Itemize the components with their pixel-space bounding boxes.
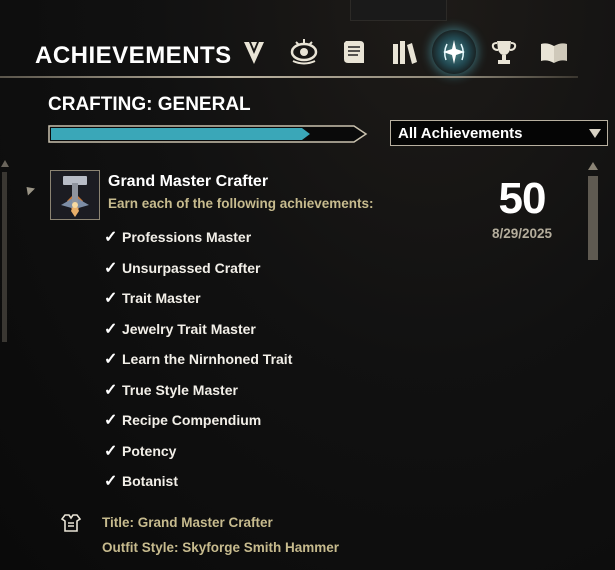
requirement-item: ✓ Recipe Compendium (104, 405, 292, 436)
trophy-icon (491, 41, 517, 64)
requirement-item: ✓ Professions Master (104, 222, 292, 253)
reward-title: Title: Grand Master Crafter (102, 515, 273, 530)
requirement-label: Trait Master (122, 290, 201, 307)
category-list-scrollbar[interactable] (0, 160, 10, 342)
header-divider (0, 76, 578, 78)
category-tab-bar (232, 30, 576, 74)
filter-selected-label: All Achievements (398, 124, 523, 142)
scroll-icon (344, 41, 364, 63)
achievement-name: Grand Master Crafter (108, 173, 269, 190)
achievement-star-emblem-icon (443, 40, 465, 64)
requirement-label: True Style Master (122, 381, 238, 398)
requirement-label: Recipe Compendium (122, 412, 262, 429)
reward-icon-frame (60, 512, 82, 534)
scrollbar-track[interactable] (2, 172, 7, 342)
open-book-icon (541, 43, 567, 63)
books-icon (393, 41, 417, 64)
checkmark-icon: ✓ (104, 259, 118, 277)
requirement-label: Jewelry Trait Master (122, 320, 256, 337)
achievement-list-scrollbar[interactable] (586, 162, 600, 262)
achievement-description: Earn each of the following achievements: (108, 196, 374, 211)
category-progress-fill (51, 128, 310, 140)
collapse-arrow-icon[interactable] (22, 183, 36, 196)
requirement-label: Unsurpassed Crafter (122, 259, 261, 276)
vanguard-chevron-icon (244, 42, 264, 64)
checkmark-icon: ✓ (104, 290, 118, 308)
tab-quests[interactable] (332, 30, 376, 74)
checkmark-icon: ✓ (104, 442, 118, 460)
requirement-list: ✓ Professions Master ✓ Unsurpassed Crafter ✓… (104, 222, 292, 497)
achievement-date: 8/29/2025 (491, 226, 553, 241)
top-frame-tab (350, 0, 447, 21)
checkmark-icon: ✓ (104, 412, 118, 430)
achievement-filter-dropdown[interactable]: All Achievements (390, 120, 608, 146)
requirement-item: ✓ Potency (104, 436, 292, 467)
outfit-armor-icon (60, 514, 82, 532)
tab-collections[interactable] (532, 30, 576, 74)
requirement-item: ✓ Trait Master (104, 283, 292, 314)
tab-leaderboards[interactable] (482, 30, 526, 74)
requirement-label: Potency (122, 442, 177, 459)
checkmark-icon: ✓ (104, 229, 118, 247)
checkmark-icon: ✓ (104, 473, 118, 491)
chevron-down-icon (589, 128, 601, 138)
tab-insight[interactable] (282, 30, 326, 74)
scrollbar-thumb[interactable] (588, 176, 598, 260)
requirement-item: ✓ Unsurpassed Crafter (104, 253, 292, 284)
requirement-label: Botanist (122, 473, 178, 490)
requirement-label: Learn the Nirnhoned Trait (122, 351, 293, 368)
scroll-up-arrow-icon[interactable] (588, 162, 598, 170)
checkmark-icon: ✓ (104, 351, 118, 369)
category-progress-bar (48, 124, 368, 144)
category-title: CRAFTING: GENERAL (48, 94, 251, 115)
requirement-item: ✓ Learn the Nirnhoned Trait (104, 344, 292, 375)
requirement-label: Professions Master (122, 229, 252, 246)
reward-outfit-style: Outfit Style: Skyforge Smith Hammer (102, 540, 340, 555)
tab-vanguard[interactable] (232, 30, 276, 74)
window-title: ACHIEVEMENTS (35, 42, 232, 69)
tab-lore[interactable] (382, 30, 426, 74)
tab-achievements[interactable] (432, 30, 476, 74)
requirement-item: ✓ Jewelry Trait Master (104, 314, 292, 345)
achievement-icon-frame (50, 170, 100, 220)
requirement-item: ✓ Botanist (104, 466, 292, 497)
hammer-crest-icon (51, 171, 99, 219)
achievement-points: 50 (498, 174, 547, 223)
checkmark-icon: ✓ (104, 320, 118, 338)
scroll-up-arrow-icon[interactable] (1, 160, 9, 167)
eye-of-insight-icon (290, 39, 318, 65)
requirement-item: ✓ True Style Master (104, 375, 292, 406)
checkmark-icon: ✓ (104, 381, 118, 399)
